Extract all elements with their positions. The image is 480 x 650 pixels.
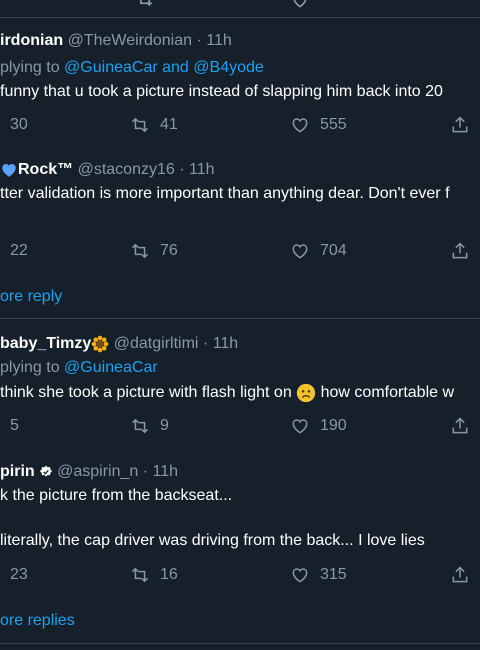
like-count: 704 xyxy=(320,242,347,259)
previous-tweet-actions-partial xyxy=(0,0,480,10)
like-icon xyxy=(292,118,308,133)
mention-link[interactable]: @GuineaCar xyxy=(64,59,158,76)
display-name[interactable]: pirin xyxy=(0,463,35,480)
like-icon xyxy=(292,419,308,434)
share-button[interactable] xyxy=(450,240,470,262)
reply-count: 23 xyxy=(10,566,28,583)
share-icon xyxy=(452,417,468,434)
like-button[interactable]: 315 xyxy=(290,564,347,586)
tweet-text: think she took a picture with flash ligh… xyxy=(0,383,454,403)
verified-badge-icon xyxy=(39,465,53,479)
divider xyxy=(0,318,480,319)
separator: · xyxy=(142,463,149,480)
retweet-icon xyxy=(131,243,149,259)
tweet-header: irdonian @TheWeirdonian · 11h xyxy=(0,31,232,51)
reply-button[interactable]: 5 xyxy=(10,415,19,437)
replying-to-label: plying to xyxy=(0,59,60,76)
reply-button[interactable]: 23 xyxy=(10,564,28,586)
sad-face-emoji xyxy=(296,383,316,403)
reply-count: 30 xyxy=(10,116,28,133)
timestamp[interactable]: 11h xyxy=(213,335,239,352)
retweet-icon xyxy=(131,418,149,434)
handle[interactable]: @TheWeirdonian xyxy=(68,32,192,49)
show-more-replies-link[interactable]: ore reply xyxy=(0,287,62,307)
reply-button[interactable]: 30 xyxy=(10,114,28,136)
retweet-button[interactable]: 16 xyxy=(130,564,178,586)
retweet-count: 16 xyxy=(160,566,178,583)
handle[interactable]: @aspirin_n xyxy=(57,463,138,480)
timestamp[interactable]: 11h xyxy=(189,161,215,178)
blue-heart-emoji xyxy=(0,161,18,179)
like-count: 555 xyxy=(320,116,347,133)
share-button[interactable] xyxy=(450,415,470,437)
retweet-count: 41 xyxy=(160,116,178,133)
handle[interactable]: @staconzy16 xyxy=(78,161,175,178)
share-button[interactable] xyxy=(450,564,470,586)
tweet-text-part: think she took a picture with flash ligh… xyxy=(0,384,292,402)
separator: · xyxy=(179,161,185,178)
separator: · xyxy=(196,32,202,49)
like-icon xyxy=(292,568,308,583)
timestamp[interactable]: 11h xyxy=(153,463,179,480)
divider xyxy=(0,17,480,18)
reply-button[interactable]: 22 xyxy=(10,240,28,262)
retweet-icon xyxy=(131,117,149,133)
handle[interactable]: @datgirltimi xyxy=(114,335,199,352)
display-name[interactable]: baby_Timzy xyxy=(0,335,91,352)
reply-count: 5 xyxy=(10,417,19,434)
tweet-text-line: literally, the cap driver was driving fr… xyxy=(0,532,425,549)
mention-link[interactable]: @B4yode xyxy=(193,59,264,76)
like-icon xyxy=(292,244,308,259)
retweet-icon xyxy=(131,567,149,583)
timestamp[interactable]: 11h xyxy=(206,32,232,49)
share-button[interactable] xyxy=(450,114,470,136)
replying-to: plying to @GuineaCar and @B4yode xyxy=(0,58,264,78)
display-name[interactable]: irdonian xyxy=(0,32,63,49)
like-count: 315 xyxy=(320,566,347,583)
retweet-count: 76 xyxy=(160,242,178,259)
replying-to-label: plying to xyxy=(0,359,60,376)
tweet-actions: 22 76 704 xyxy=(0,240,480,262)
retweet-button[interactable]: 41 xyxy=(130,114,178,136)
tweet-header: Rock™ @staconzy16 · 11h xyxy=(0,160,215,180)
retweet-button[interactable]: 9 xyxy=(130,415,169,437)
replying-and: and xyxy=(162,59,189,76)
tweet-actions: 5 9 190 xyxy=(0,415,480,437)
retweet-icon[interactable] xyxy=(135,0,155,10)
replying-to: plying to @GuineaCar xyxy=(0,358,158,378)
tweet-text: tter validation is more important than a… xyxy=(0,185,450,202)
like-button[interactable]: 704 xyxy=(290,240,347,262)
share-icon xyxy=(452,566,468,583)
tweet-actions: 23 16 315 xyxy=(0,564,480,586)
share-icon xyxy=(452,242,468,259)
mention-link[interactable]: @GuineaCar xyxy=(64,359,158,376)
separator: · xyxy=(202,335,209,352)
tweet-text-part: how comfortable w xyxy=(320,384,455,402)
tweet-header: baby_Timzy @datgirltimi · 11h xyxy=(0,334,238,354)
retweet-count: 9 xyxy=(160,417,169,434)
retweet-button[interactable]: 76 xyxy=(130,240,178,262)
sunflower-emoji xyxy=(91,335,109,353)
tweet-text: funny that u took a picture instead of s… xyxy=(0,83,443,100)
tweet-actions: 30 41 555 xyxy=(0,114,480,136)
like-button[interactable]: 190 xyxy=(290,415,347,437)
display-name[interactable]: Rock™ xyxy=(18,161,73,178)
share-icon xyxy=(452,116,468,133)
show-more-replies-link[interactable]: ore replies xyxy=(0,611,75,631)
reply-count: 22 xyxy=(10,242,28,259)
tweet-text-line: k the picture from the backseat... xyxy=(0,487,233,504)
like-button[interactable]: 555 xyxy=(290,114,347,136)
tweet-header: pirin @aspirin_n · 11h xyxy=(0,462,178,482)
divider xyxy=(0,643,480,644)
like-icon[interactable] xyxy=(290,0,310,10)
like-count: 190 xyxy=(320,417,347,434)
